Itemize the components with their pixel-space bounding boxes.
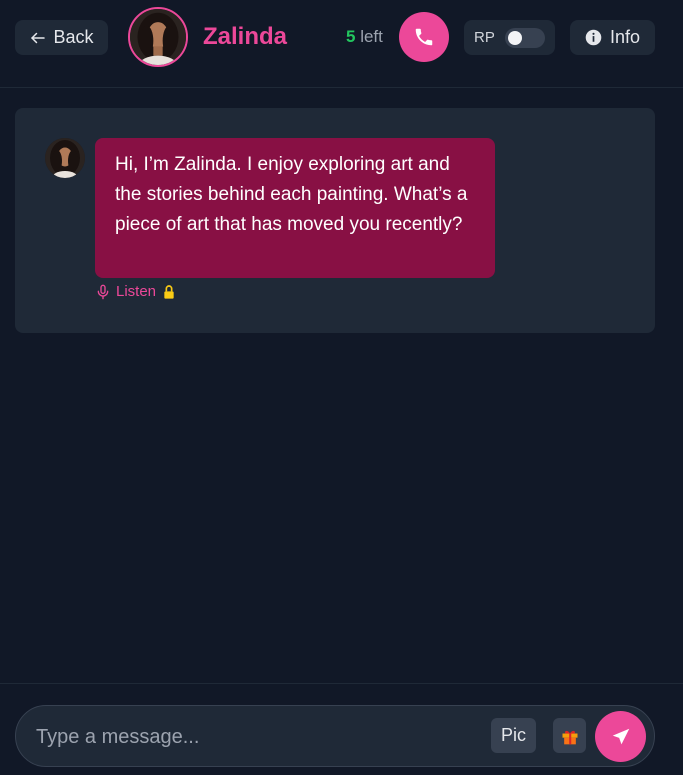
rp-toggle-group: RP [464, 20, 555, 55]
remaining-count: 5 [346, 27, 356, 46]
gift-icon [562, 730, 577, 744]
rp-label: RP [474, 29, 495, 46]
back-label: Back [53, 27, 94, 47]
avatar-portrait-small [45, 138, 85, 178]
assistant-message-bubble: Hi, I’m Zalinda. I enjoy exploring art a… [95, 138, 495, 278]
rp-toggle[interactable] [504, 27, 545, 48]
call-button[interactable] [399, 12, 449, 62]
listen-button[interactable]: Listen [95, 283, 177, 300]
pic-button[interactable]: Pic [491, 718, 536, 753]
phone-icon [415, 28, 433, 46]
lock-icon [164, 284, 174, 299]
chat-header: Back Zalinda 5 left RP Info [0, 0, 683, 88]
info-button[interactable]: Info [570, 20, 655, 55]
message-avatar [45, 138, 85, 178]
send-button[interactable] [595, 711, 646, 762]
character-name: Zalinda [203, 23, 288, 50]
remaining-suffix: left [360, 27, 383, 46]
composer-container: Pic [15, 705, 655, 767]
messages-remaining: 5 left [346, 27, 383, 47]
listen-label: Listen [116, 283, 157, 300]
info-icon [585, 29, 602, 46]
send-icon [612, 728, 629, 744]
info-label: Info [609, 27, 641, 47]
microphone-icon [97, 284, 109, 299]
arrow-left-icon [31, 32, 46, 43]
gift-button[interactable] [553, 718, 586, 753]
avatar-portrait [130, 9, 186, 65]
character-avatar[interactable] [128, 7, 188, 67]
rp-toggle-knob [507, 30, 522, 45]
chat-messages-panel: Hi, I’m Zalinda. I enjoy exploring art a… [15, 108, 655, 333]
message-input[interactable] [36, 722, 476, 752]
back-button[interactable]: Back [15, 20, 108, 55]
message-composer: Pic [0, 683, 683, 775]
